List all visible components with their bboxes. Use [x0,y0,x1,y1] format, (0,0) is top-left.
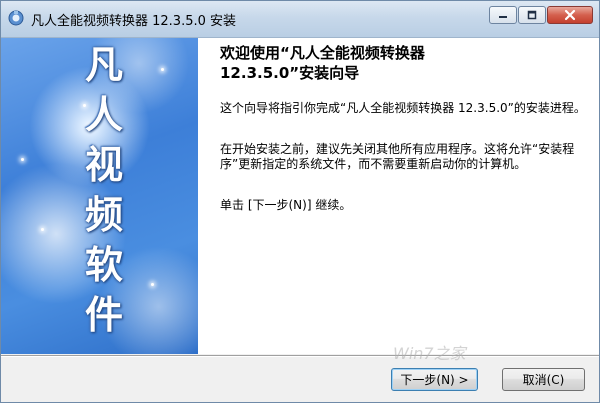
installer-app-icon [8,10,24,26]
banner-character: 凡 [84,42,123,87]
banner-character: 软 [84,242,123,287]
welcome-heading-line2: 12.3.5.0”安装向导 [220,64,360,82]
continue-hint: 单击 [下一步(N)] 继续。 [220,198,352,212]
watermark: Win7之家 [393,344,466,363]
installer-window: 凡人全能视频转换器 12.3.5.0 安装 凡 人 视 频 软 件 欢迎使用“凡… [0,0,600,403]
banner-character: 件 [84,292,123,337]
banner-image: 凡 人 视 频 软 件 [1,38,198,354]
banner-character: 频 [84,192,123,237]
close-button[interactable] [547,6,593,24]
minimize-icon [499,16,507,18]
next-button[interactable]: 下一步(N) > [391,368,478,391]
footer-divider [1,355,599,357]
sparkle-decoration [161,68,164,71]
maximize-icon [527,10,537,20]
advice-paragraph: 在开始安装之前，建议先关闭其他所有应用程序。这将允许“安装程序”更新指定的系统文… [220,142,575,171]
welcome-heading: 欢迎使用“凡人全能视频转换器 12.3.5.0”安装向导 [220,43,590,83]
minimize-button[interactable] [489,6,517,24]
maximize-button[interactable] [518,6,546,24]
sparkle-decoration [151,283,154,286]
welcome-heading-line1: 欢迎使用“凡人全能视频转换器 [220,44,425,62]
window-title: 凡人全能视频转换器 12.3.5.0 安装 [31,14,237,29]
sparkle-decoration [21,158,24,161]
cancel-button[interactable]: 取消(C) [502,368,585,391]
banner-character: 人 [84,92,123,137]
title-bar[interactable]: 凡人全能视频转换器 12.3.5.0 安装 [1,1,599,38]
intro-paragraph: 这个向导将指引你完成“凡人全能视频转换器 12.3.5.0”的安装进程。 [220,101,586,115]
close-icon [564,9,576,21]
sparkle-decoration [41,228,44,231]
welcome-panel: 欢迎使用“凡人全能视频转换器 12.3.5.0”安装向导 这个向导将指引你完成“… [198,38,599,354]
banner-character: 视 [84,142,123,187]
